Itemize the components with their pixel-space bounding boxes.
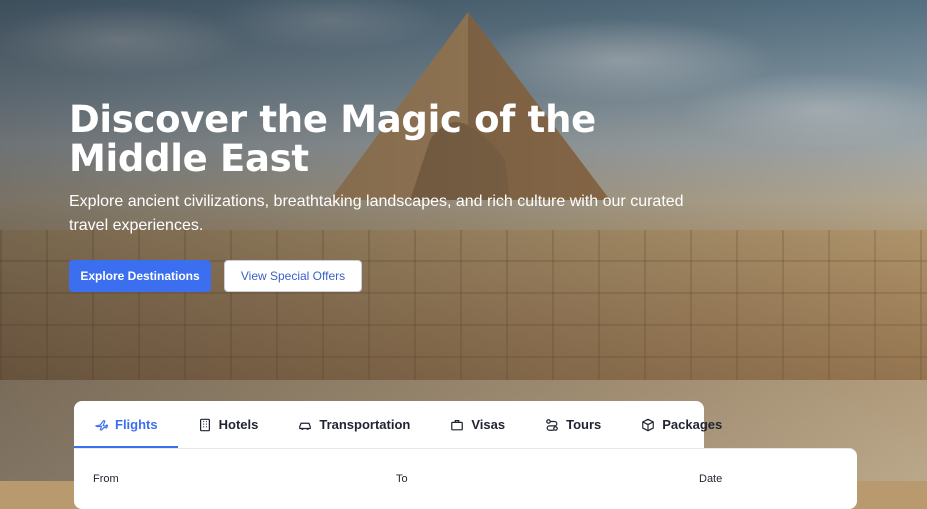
plane-icon bbox=[95, 419, 108, 431]
date-label: Date bbox=[699, 473, 723, 485]
explore-destinations-button[interactable]: Explore Destinations bbox=[69, 260, 211, 292]
briefcase-icon bbox=[451, 419, 464, 430]
hero-content: Discover the Magic of the Middle East Ex… bbox=[69, 100, 709, 292]
tab-label: Transportation bbox=[319, 417, 411, 432]
tab-label: Tours bbox=[566, 417, 602, 432]
from-label: From bbox=[93, 473, 119, 485]
tab-label: Hotels bbox=[218, 417, 259, 432]
car-icon bbox=[299, 422, 312, 430]
cta-row: Explore Destinations View Special Offers bbox=[69, 260, 709, 292]
view-special-offers-button[interactable]: View Special Offers bbox=[224, 260, 362, 292]
package-icon bbox=[642, 418, 655, 431]
to-label: To bbox=[396, 473, 408, 485]
tab-label: Flights bbox=[115, 417, 158, 432]
tab-transportation[interactable]: Transportation bbox=[278, 401, 430, 448]
tab-tours[interactable]: Tours bbox=[525, 401, 621, 448]
route-icon bbox=[546, 418, 558, 431]
tab-visas[interactable]: Visas bbox=[430, 401, 525, 448]
booking-tabs: Flights Hotels Transportation Visas Tour… bbox=[74, 401, 722, 448]
hero-subtitle: Explore ancient civilizations, breathtak… bbox=[69, 193, 684, 234]
tab-label: Visas bbox=[471, 417, 506, 432]
hero-title: Discover the Magic of the Middle East bbox=[69, 98, 596, 180]
building-icon bbox=[199, 418, 210, 431]
tab-hotels[interactable]: Hotels bbox=[178, 401, 279, 448]
tab-packages[interactable]: Packages bbox=[621, 401, 742, 448]
tab-label: Packages bbox=[662, 417, 723, 432]
tab-flights[interactable]: Flights bbox=[74, 401, 178, 448]
booking-panel: From To Date bbox=[74, 448, 857, 509]
